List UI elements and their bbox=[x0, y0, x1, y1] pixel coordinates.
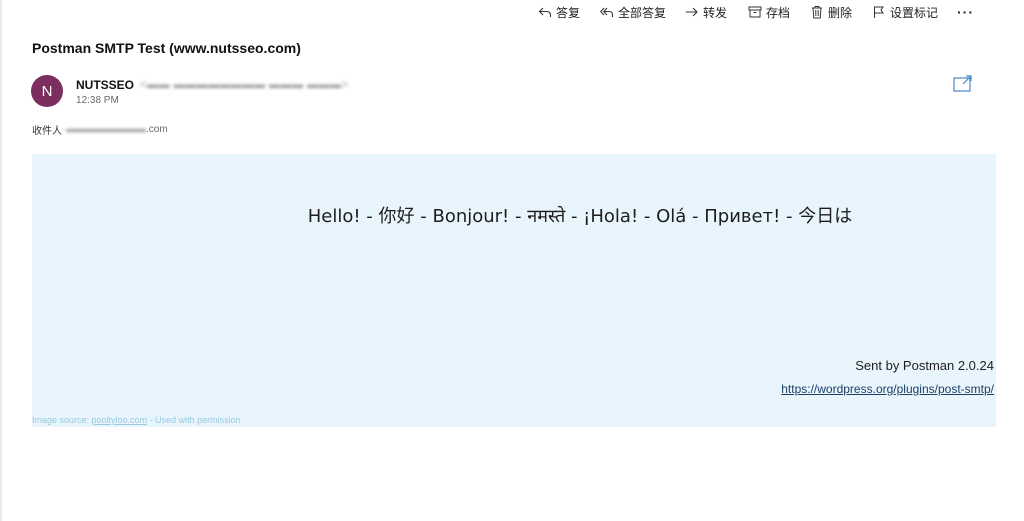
image-source-prefix: Image source: bbox=[32, 415, 92, 425]
plugin-link[interactable]: https://wordpress.org/plugins/post-smtp/ bbox=[781, 382, 994, 396]
flag-button[interactable]: 设置标记 bbox=[872, 2, 938, 22]
flag-label: 设置标记 bbox=[890, 5, 939, 20]
toolbar: 答复 全部答复 转发 存档 删除 设置标记 ··· bbox=[0, 0, 1024, 24]
reply-button[interactable]: 答复 bbox=[538, 2, 580, 22]
forward-button[interactable]: 转发 bbox=[685, 2, 727, 22]
window-edge bbox=[0, 0, 2, 521]
email-subject: Postman SMTP Test (www.nutsseo.com) bbox=[32, 40, 301, 56]
sender-email-obscured: <▬▬ ▬▬▬▬▬▬▬▬ ▬▬▬ ▬▬▬> bbox=[140, 79, 349, 91]
reply-all-label: 全部答复 bbox=[618, 5, 667, 20]
more-options-button[interactable]: ··· bbox=[957, 2, 974, 22]
email-body: Hello! - 你好 - Bonjour! - नमस्ते - ¡Hola!… bbox=[32, 154, 996, 427]
sent-time: 12:38 PM bbox=[76, 95, 119, 106]
reply-label: 答复 bbox=[556, 5, 581, 20]
recipient-line: 收件人 ▬▬▬▬▬▬▬▬ .com bbox=[32, 122, 168, 137]
reply-all-icon bbox=[600, 7, 614, 17]
image-source-link[interactable]: pooltyloo.com bbox=[92, 415, 148, 425]
open-in-new-window-icon[interactable] bbox=[953, 75, 973, 93]
archive-label: 存档 bbox=[766, 5, 791, 20]
sender-header[interactable]: NUTSSEO <▬▬ ▬▬▬▬▬▬▬▬ ▬▬▬ ▬▬▬> bbox=[76, 78, 349, 92]
reply-icon bbox=[538, 7, 552, 17]
archive-box-icon bbox=[748, 6, 762, 18]
multilingual-greeting: Hello! - 你好 - Bonjour! - नमस्ते - ¡Hola!… bbox=[307, 206, 853, 227]
recipient-email-obscured: ▬▬▬▬▬▬▬▬ bbox=[66, 124, 146, 135]
archive-button[interactable]: 存档 bbox=[748, 2, 790, 22]
forward-label: 转发 bbox=[703, 5, 728, 20]
delete-button[interactable]: 删除 bbox=[810, 2, 852, 22]
more-dots-icon: ··· bbox=[957, 4, 974, 20]
image-source-caption: Image source: pooltyloo.com - Used with … bbox=[32, 415, 241, 425]
trash-icon bbox=[812, 6, 822, 19]
flag-icon bbox=[874, 6, 884, 18]
recipient-domain: .com bbox=[146, 124, 168, 135]
sent-by-text: Sent by Postman 2.0.24 bbox=[855, 358, 994, 373]
forward-arrow-icon bbox=[686, 7, 698, 17]
reply-all-button[interactable]: 全部答复 bbox=[600, 2, 666, 22]
image-source-suffix: - Used with permission bbox=[147, 415, 241, 425]
recipient-label: 收件人 bbox=[32, 126, 62, 137]
sender-avatar[interactable]: N bbox=[31, 75, 63, 107]
avatar-initial: N bbox=[41, 82, 53, 100]
sender-name: NUTSSEO bbox=[76, 78, 135, 92]
delete-label: 删除 bbox=[828, 5, 853, 20]
